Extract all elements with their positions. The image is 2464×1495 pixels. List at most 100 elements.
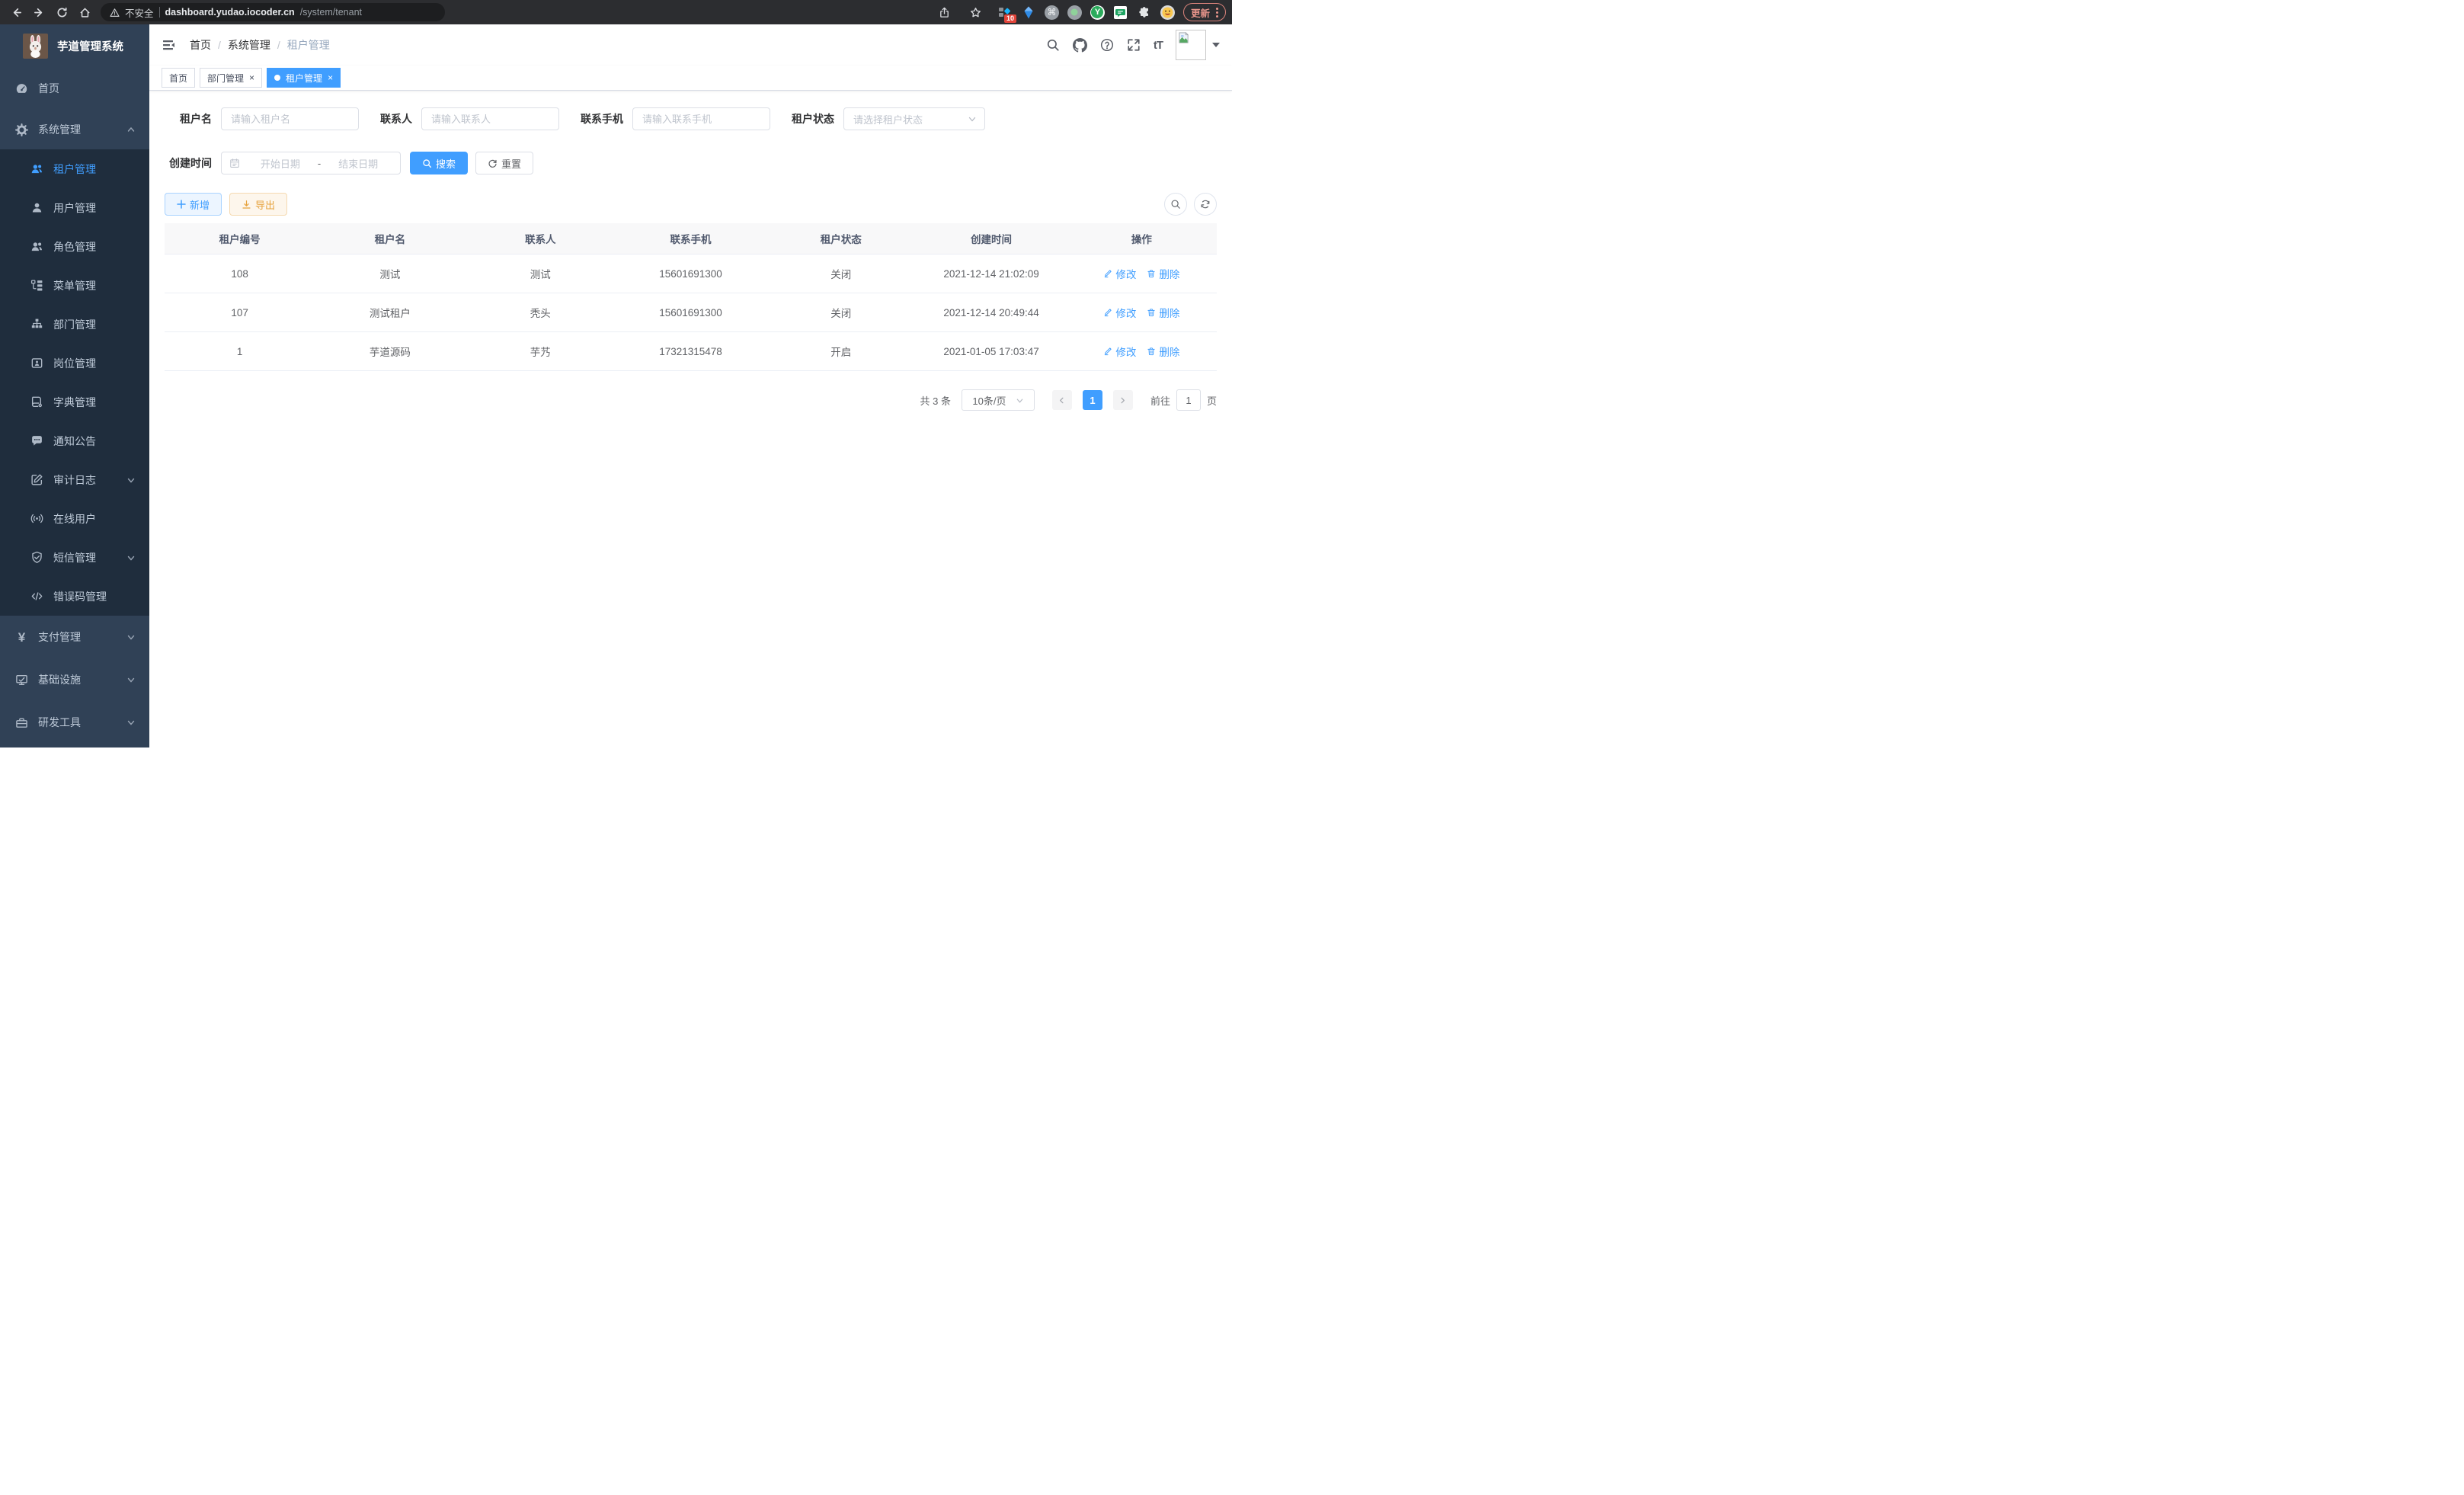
add-button[interactable]: 新增: [165, 193, 222, 216]
browser-menu-icon[interactable]: [1216, 8, 1218, 18]
page-size-select[interactable]: 10条/页: [962, 389, 1035, 411]
help-icon[interactable]: [1100, 38, 1114, 52]
app-logo-row[interactable]: 芋道管理系统: [0, 24, 149, 67]
sidebar-item-infra[interactable]: 基础设施: [0, 658, 149, 701]
header-search-icon[interactable]: [1046, 38, 1060, 52]
tab-tenant[interactable]: 租户管理 ×: [267, 68, 341, 88]
sidebar-item-dept[interactable]: 部门管理: [0, 305, 149, 344]
refresh-table-icon[interactable]: [1194, 193, 1217, 216]
sidebar-item-menu[interactable]: 菜单管理: [0, 266, 149, 305]
sidebar-item-audit-log[interactable]: 审计日志: [0, 460, 149, 499]
share-icon[interactable]: [935, 2, 955, 22]
breadcrumb-system[interactable]: 系统管理: [228, 37, 270, 53]
breadcrumb-separator: /: [218, 39, 221, 51]
sidebar-item-home[interactable]: 首页: [0, 67, 149, 110]
search-button[interactable]: 搜索: [410, 152, 468, 174]
extensions-puzzle-icon[interactable]: [1137, 5, 1152, 20]
mobile-input[interactable]: [632, 107, 770, 130]
home-icon[interactable]: [75, 2, 94, 22]
status-text: 关闭: [766, 293, 916, 332]
col-created: 创建时间: [916, 223, 1066, 255]
chevron-down-icon: [126, 475, 136, 485]
tab-dept[interactable]: 部门管理 ×: [200, 68, 262, 88]
sidebar-item-system[interactable]: 系统管理: [0, 110, 149, 149]
ext-tasks-icon[interactable]: 10: [997, 5, 1013, 20]
ext-command-icon[interactable]: ⌘: [1045, 5, 1059, 20]
sidebar-item-error-code[interactable]: 错误码管理: [0, 577, 149, 616]
edit-link[interactable]: 修改: [1103, 344, 1136, 359]
next-page-button[interactable]: [1113, 390, 1133, 410]
filter-row-1: 租户名 联系人 联系手机 租户状态 请选择租户状态: [165, 107, 1217, 130]
user-avatar[interactable]: [1176, 30, 1220, 60]
bookmark-star-icon[interactable]: [966, 2, 986, 22]
app-title: 芋道管理系统: [57, 38, 123, 54]
table-header-row: 租户编号 租户名 联系人 联系手机 租户状态 创建时间 操作: [165, 223, 1217, 255]
status-select[interactable]: 请选择租户状态: [843, 107, 985, 130]
ext-kite-icon[interactable]: [1021, 5, 1036, 20]
sidebar-item-tenant[interactable]: 租户管理: [0, 149, 149, 188]
edit-link[interactable]: 修改: [1103, 305, 1136, 320]
table-row: 1 芋道源码 芋艿 17321315478 开启 2021-01-05 17:0…: [165, 332, 1217, 371]
sidebar-item-user[interactable]: 用户管理: [0, 188, 149, 227]
goto-page-input[interactable]: [1176, 389, 1201, 411]
reload-icon[interactable]: [52, 2, 72, 22]
toolbox-icon: [15, 716, 28, 729]
table-row: 107 测试租户 秃头 15601691300 关闭 2021-12-14 20…: [165, 293, 1217, 332]
close-icon[interactable]: ×: [249, 73, 254, 82]
delete-link[interactable]: 删除: [1147, 344, 1179, 359]
current-page-button[interactable]: 1: [1083, 390, 1102, 410]
org-chart-icon: [30, 318, 43, 331]
sidebar-item-online-user[interactable]: 在线用户: [0, 499, 149, 538]
start-date-placeholder[interactable]: 开始日期: [246, 156, 315, 171]
address-bar[interactable]: 不安全 dashboard.yudao.iocoder.cn/system/te…: [101, 3, 445, 21]
sidebar-item-role[interactable]: 角色管理: [0, 227, 149, 266]
sidebar-item-sms[interactable]: 短信管理: [0, 538, 149, 577]
chevron-down-icon: [126, 632, 136, 642]
tenant-name-input[interactable]: [221, 107, 359, 130]
col-actions: 操作: [1067, 223, 1217, 255]
end-date-placeholder[interactable]: 结束日期: [324, 156, 392, 171]
prev-page-button[interactable]: [1052, 390, 1072, 410]
contact-input[interactable]: [421, 107, 559, 130]
forward-icon[interactable]: [29, 2, 49, 22]
not-secure-warning-icon: [110, 8, 120, 18]
tab-home[interactable]: 首页: [162, 68, 195, 88]
github-icon[interactable]: [1073, 38, 1087, 53]
status-label: 租户状态: [792, 111, 834, 126]
sidebar-item-pay[interactable]: ¥ 支付管理: [0, 616, 149, 658]
delete-link[interactable]: 删除: [1147, 266, 1179, 281]
fullscreen-icon[interactable]: [1127, 38, 1141, 52]
roles-users-icon: [30, 240, 43, 253]
create-time-range-picker[interactable]: 开始日期 - 结束日期: [221, 152, 401, 174]
ext-chat-icon[interactable]: [1113, 5, 1128, 20]
sidebar-item-post[interactable]: 岗位管理: [0, 344, 149, 383]
ext-recorder-icon[interactable]: [1067, 5, 1082, 20]
ext-yuque-icon[interactable]: Y: [1090, 5, 1105, 20]
system-submenu: 租户管理 用户管理 角色管理 菜单管理: [0, 149, 149, 616]
delete-link[interactable]: 删除: [1147, 305, 1179, 320]
profile-avatar-icon[interactable]: [1160, 5, 1175, 20]
font-size-icon[interactable]: tT: [1154, 39, 1163, 52]
contact-label: 联系人: [380, 111, 412, 126]
sidebar-item-dict[interactable]: 字典管理: [0, 383, 149, 421]
ext-badge: 10: [1004, 14, 1016, 23]
export-button[interactable]: 导出: [229, 193, 287, 216]
sidebar-collapse-icon[interactable]: [162, 37, 177, 53]
reset-button[interactable]: 重置: [475, 152, 533, 174]
screen: 不安全 dashboard.yudao.iocoder.cn/system/te…: [0, 0, 1232, 748]
close-icon[interactable]: ×: [328, 73, 333, 82]
edit-link[interactable]: 修改: [1103, 266, 1136, 281]
back-icon[interactable]: [6, 2, 26, 22]
sidebar-item-devtools[interactable]: 研发工具: [0, 701, 149, 744]
sidebar-item-notice[interactable]: 通知公告: [0, 421, 149, 460]
code-icon: [30, 590, 43, 603]
breadcrumb-home[interactable]: 首页: [190, 37, 211, 53]
filter-row-2: 创建时间 开始日期 - 结束日期 搜索 重置: [165, 152, 1217, 174]
security-label: 不安全: [125, 5, 154, 20]
tenant-table: 租户编号 租户名 联系人 联系手机 租户状态 创建时间 操作 108 测试 测试: [165, 223, 1217, 371]
browser-update-button[interactable]: 更新: [1183, 3, 1226, 21]
broadcast-icon: [30, 512, 43, 525]
col-contact: 联系人: [466, 223, 616, 255]
breadcrumb-current: 租户管理: [287, 37, 330, 53]
show-search-toggle-icon[interactable]: [1164, 193, 1187, 216]
